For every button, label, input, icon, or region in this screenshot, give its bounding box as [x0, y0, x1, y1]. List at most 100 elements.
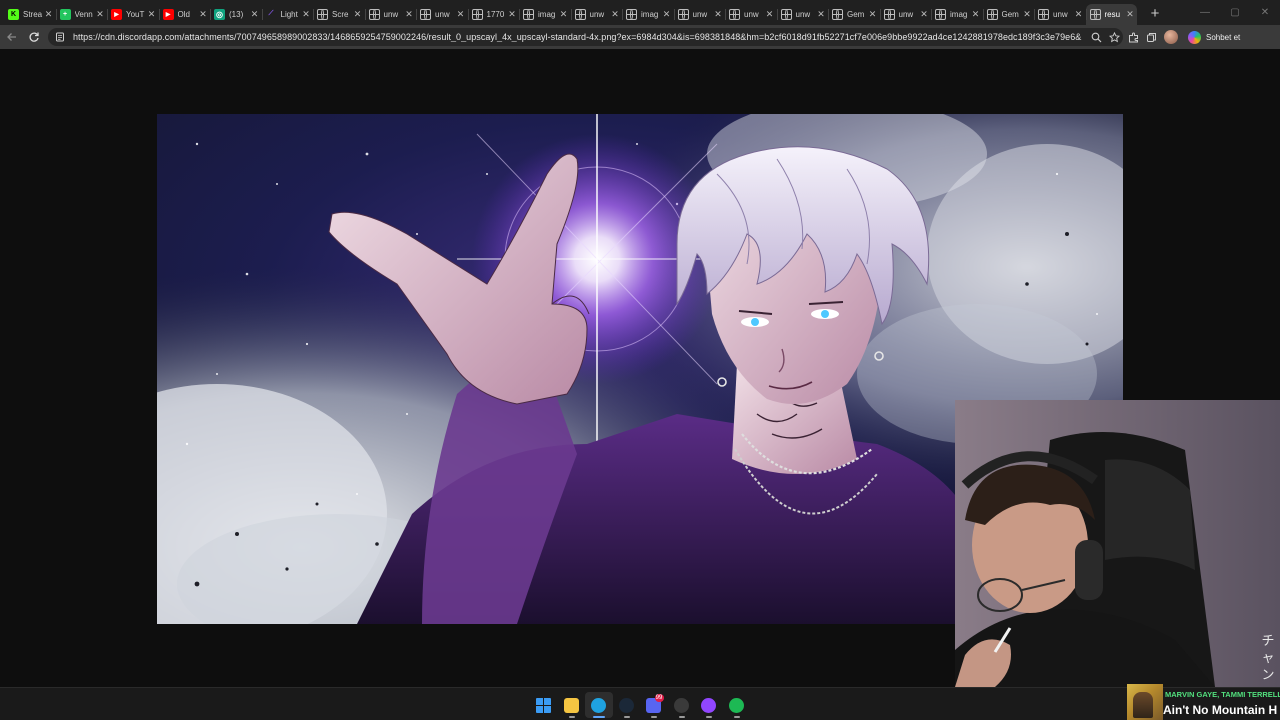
browser-tab[interactable]: imag ✕ [931, 4, 983, 25]
tab-close-icon[interactable]: ✕ [766, 10, 774, 19]
discord-app[interactable]: 99 [640, 692, 668, 718]
browser-tab[interactable]: imag ✕ [519, 4, 571, 25]
browser-tab[interactable]: unw ✕ [364, 4, 417, 25]
copilot-icon [1188, 30, 1201, 44]
browser-tab[interactable]: unw ✕ [776, 4, 829, 25]
browser-tab[interactable]: ◎ (13) ✕ [210, 4, 262, 25]
browser-tab[interactable]: + Venn ✕ [55, 4, 108, 25]
browser-tab[interactable]: unw ✕ [1034, 4, 1086, 25]
globe-icon [883, 8, 895, 20]
tab-close-icon[interactable]: ✕ [148, 10, 156, 19]
favorite-star-icon[interactable] [1105, 28, 1123, 46]
obs-app[interactable] [668, 692, 696, 718]
site-info-icon[interactable] [54, 31, 66, 43]
globe-icon [523, 8, 534, 20]
close-window-icon[interactable]: ✕ [1250, 0, 1280, 25]
browser-tab[interactable]: unw ✕ [416, 4, 468, 25]
chatgpt-icon: ◎ [214, 8, 225, 20]
edge-app[interactable] [585, 692, 613, 718]
lightning-icon: ⟋ [268, 10, 274, 17]
globe-icon [626, 8, 637, 20]
steam-app[interactable] [613, 692, 641, 718]
youtube-icon: ▶ [111, 8, 122, 20]
taskbar: 99 [0, 687, 1280, 720]
tab-close-icon[interactable]: ✕ [663, 10, 671, 19]
overlay-japanese-text: チャン [1261, 633, 1275, 682]
tab-close-icon[interactable]: ✕ [302, 10, 310, 19]
start-button[interactable] [530, 692, 558, 718]
spotify-app[interactable] [723, 692, 751, 718]
tab-close-icon[interactable]: ✕ [1075, 10, 1083, 19]
new-tab-button[interactable]: + [1145, 4, 1165, 24]
browser-tab[interactable]: ▶ Old ✕ [158, 4, 211, 25]
copilot-button[interactable]: Sohbet et [1184, 28, 1246, 46]
tab-close-icon[interactable]: ✕ [457, 10, 465, 19]
browser-tab[interactable]: unw ✕ [673, 4, 726, 25]
browser-tab[interactable]: imag ✕ [622, 4, 674, 25]
tab-close-icon[interactable]: ✕ [251, 10, 259, 19]
globe-icon [1089, 8, 1101, 20]
window-controls: — ▢ ✕ [1190, 0, 1280, 25]
back-button[interactable] [1, 26, 23, 48]
tab-close-icon[interactable]: ✕ [199, 10, 207, 19]
navigation-bar: https://cdn.discordapp.com/attachments/7… [0, 25, 1280, 49]
tab-title: imag [950, 9, 968, 19]
minimize-icon[interactable]: — [1190, 0, 1220, 25]
tab-close-icon[interactable]: ✕ [1023, 10, 1031, 19]
reload-button[interactable] [23, 26, 45, 48]
browser-tab[interactable]: unw ✕ [879, 4, 932, 25]
profile-avatar[interactable] [1164, 30, 1178, 44]
globe-icon [986, 8, 998, 20]
browser-tab[interactable]: K Strea ✕ [4, 4, 56, 25]
twitch-studio-app[interactable] [695, 692, 723, 718]
toolbar-actions: Sohbet et [1124, 28, 1246, 46]
tab-close-icon[interactable]: ✕ [45, 10, 53, 19]
tab-close-icon[interactable]: ✕ [508, 10, 516, 19]
tab-close-icon[interactable]: ✕ [405, 10, 413, 19]
tab-strip: K Strea ✕ + Venn ✕ ▶ YouT ✕ ▶ Old ✕ ◎ (13) ✕ ⟋ Light ✕ Scr… [0, 0, 1280, 25]
globe-icon [832, 8, 843, 20]
tab-title: unw [1053, 9, 1068, 19]
browser-tab[interactable]: 1770 ✕ [467, 4, 520, 25]
browser-tab[interactable]: resu ✕ [1085, 3, 1137, 25]
notification-badge: 99 [654, 694, 664, 702]
collections-icon[interactable] [1142, 28, 1160, 46]
album-cover [1127, 684, 1163, 720]
extensions-icon[interactable] [1124, 28, 1142, 46]
tab-title: Light [280, 9, 298, 19]
browser-tab[interactable]: unw ✕ [570, 4, 623, 25]
tab-close-icon[interactable]: ✕ [1126, 10, 1134, 19]
tab-close-icon[interactable]: ✕ [714, 10, 722, 19]
tab-title: unw [744, 9, 759, 19]
browser-tab[interactable]: ⟋ Light ✕ [261, 4, 314, 25]
globe-icon [420, 8, 431, 20]
tab-close-icon[interactable]: ✕ [869, 10, 877, 19]
address-bar[interactable]: https://cdn.discordapp.com/attachments/7… [48, 28, 1123, 46]
url-text[interactable]: https://cdn.discordapp.com/attachments/7… [73, 32, 1087, 42]
tab-close-icon[interactable]: ✕ [560, 10, 568, 19]
now-playing-artist: MARVIN GAYE, TAMMI TERRELL [1165, 690, 1280, 699]
file-explorer-app[interactable] [558, 692, 586, 718]
browser-tab[interactable]: unw ✕ [725, 4, 777, 25]
zoom-icon[interactable] [1087, 28, 1105, 46]
tab-close-icon[interactable]: ✕ [96, 10, 104, 19]
globe-icon [780, 8, 792, 20]
tab-title: resu [1104, 9, 1121, 19]
browser-tab[interactable]: ▶ YouT ✕ [107, 4, 159, 25]
browser-tab[interactable]: Scre ✕ [313, 4, 365, 25]
browser-tab[interactable]: Gem ✕ [982, 4, 1035, 25]
maximize-icon[interactable]: ▢ [1220, 0, 1250, 25]
tab-close-icon[interactable]: ✕ [920, 10, 928, 19]
tab-close-icon[interactable]: ✕ [354, 10, 362, 19]
tab-close-icon[interactable]: ✕ [817, 10, 825, 19]
tab-title: unw [898, 9, 914, 19]
browser-tab[interactable]: Gem ✕ [828, 4, 880, 25]
streamer-camera-feed [955, 400, 1280, 687]
tab-title: Venn [74, 9, 93, 19]
tab-title: Scre [332, 9, 349, 19]
spotify-icon [728, 697, 744, 713]
tab-close-icon[interactable]: ✕ [972, 10, 980, 19]
globe-icon [317, 8, 328, 20]
start-icon [536, 697, 552, 713]
tab-close-icon[interactable]: ✕ [611, 10, 619, 19]
